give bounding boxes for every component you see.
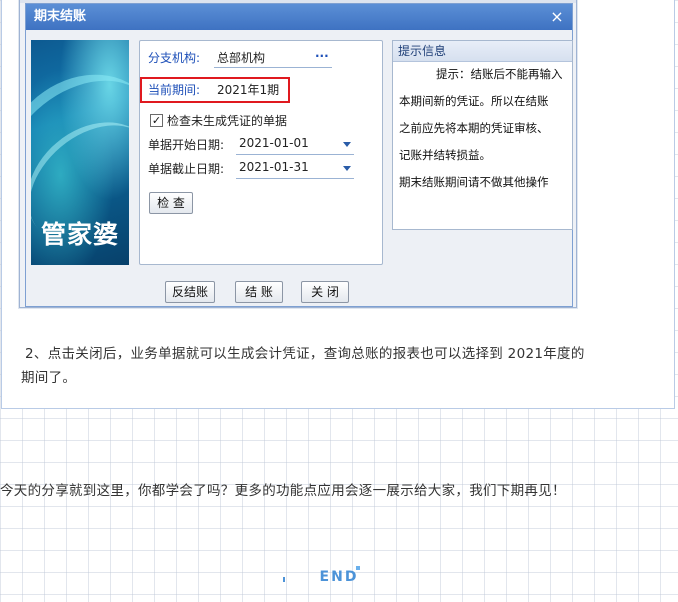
check-unvouchered-label: 检查未生成凭证的单据 — [167, 114, 288, 128]
closing-form-panel: 分支机构: 总部机构 ··· 当前期间: 2021年1期 ✓ 检查未生成凭证的单… — [139, 40, 383, 265]
check-unvouchered-checkbox[interactable]: ✓ — [150, 114, 163, 127]
start-date-dropdown-icon[interactable] — [343, 142, 351, 147]
branch-more-button[interactable]: ··· — [315, 49, 329, 63]
article-paragraph-continuation: 期间了。 — [21, 370, 77, 386]
brand-logo-panel: 管家婆 — [31, 40, 129, 265]
period-end-closing-dialog: 期末结账 × 管家婆 分支机构: 总部机构 ··· 当前期间: 2021年1期 … — [25, 3, 573, 307]
period-value: 2021年1期 — [217, 83, 280, 97]
start-date-underline — [236, 154, 354, 155]
article-box: 期末结账 × 管家婆 分支机构: 总部机构 ··· 当前期间: 2021年1期 … — [1, 0, 675, 409]
dialog-title: 期末结账 — [34, 9, 87, 24]
branch-value[interactable]: 总部机构 — [217, 49, 265, 66]
start-date-input[interactable]: 2021-01-01 — [239, 136, 309, 150]
dialog-titlebar: 期末结账 × — [26, 4, 572, 30]
end-date-input[interactable]: 2021-01-31 — [239, 160, 309, 174]
end-date-dropdown-icon[interactable] — [343, 166, 351, 171]
end-date-label: 单据截止日期: — [148, 162, 225, 176]
article-paragraph: 2、点击关闭后，业务单据就可以生成会计凭证，查询总账的报表也可以选择到 2021… — [25, 343, 665, 365]
start-date-label: 单据开始日期: — [148, 138, 225, 152]
info-line: 期末结账期间请不做其他操作 — [399, 175, 549, 189]
app-window-screenshot: 期末结账 × 管家婆 分支机构: 总部机构 ··· 当前期间: 2021年1期 … — [19, 0, 577, 308]
check-button[interactable]: 检 查 — [149, 192, 193, 214]
info-line: 提示：结账后不能再输入 — [436, 67, 563, 81]
info-panel: 提示信息 提示：结账后不能再输入 本期间新的凭证。所以在结账 之前应先将本期的凭… — [392, 40, 573, 230]
branch-label: 分支机构: — [148, 51, 201, 65]
period-label: 当前期间: — [148, 83, 201, 97]
article-paragraph-line: 2、点击关闭后，业务单据就可以生成会计凭证，查询总账的报表也可以选择到 2021… — [25, 346, 585, 362]
brand-logo-text: 管家婆 — [40, 220, 119, 249]
unclose-button[interactable]: 反结账 — [165, 281, 215, 303]
info-line: 记账并结转损益。 — [399, 148, 491, 162]
close-dialog-button[interactable]: 关 闭 — [301, 281, 349, 303]
close-account-button[interactable]: 结 账 — [235, 281, 283, 303]
closing-paragraph: 今天的分享就到这里，你都学会了吗？更多的功能点应用会逐一展示给大家，我们下期再见… — [0, 483, 566, 499]
end-mark: END — [319, 569, 359, 585]
branch-field-underline — [214, 67, 332, 68]
end-date-underline — [236, 178, 354, 179]
info-panel-title: 提示信息 — [393, 41, 572, 62]
info-line: 之前应先将本期的凭证审核、 — [399, 121, 549, 135]
close-icon[interactable]: × — [548, 4, 566, 30]
info-line: 本期间新的凭证。所以在结账 — [399, 94, 549, 108]
